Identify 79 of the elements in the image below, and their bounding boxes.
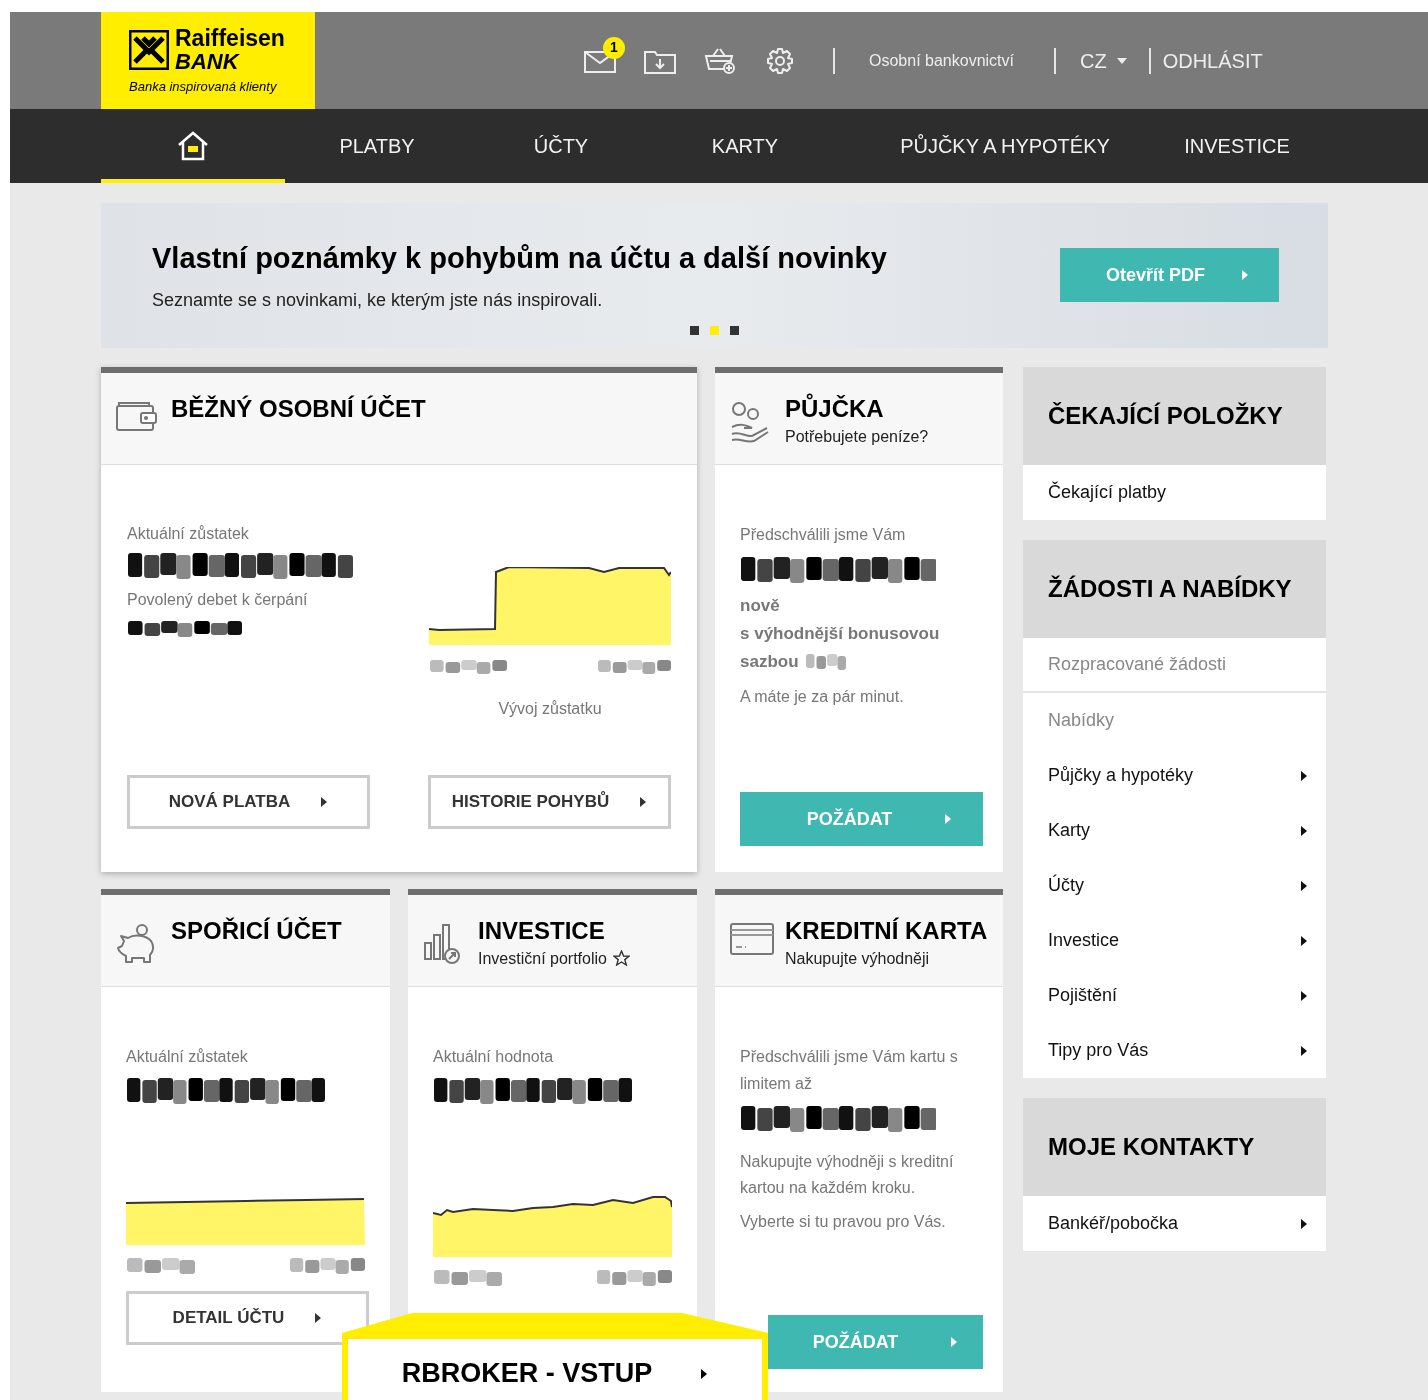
card-title: SPOŘICÍ ÚČET (171, 917, 342, 945)
side-menu-item[interactable]: Tipy pro Vás (1023, 1023, 1326, 1078)
caret-icon (1300, 934, 1308, 947)
chart-caption: Vývoj zůstatku (497, 699, 603, 719)
bar-chart-icon (423, 923, 461, 965)
nav-tab[interactable]: PŮJČKY A HYPOTÉKY (837, 109, 1173, 183)
offer-text: nově (740, 595, 781, 617)
wallet-icon (116, 401, 158, 431)
notification-badge: 1 (603, 36, 625, 59)
caret-icon (1300, 1217, 1308, 1230)
caret-icon (639, 796, 648, 808)
caret-icon (700, 1367, 709, 1380)
action-button[interactable]: DETAIL ÚČTU (126, 1291, 369, 1345)
logo-icon (129, 29, 169, 70)
side-menu-heading: Nabídky (1047, 709, 1116, 732)
side-menu-item[interactable]: Čekající platby (1023, 465, 1326, 520)
caret-icon (1300, 769, 1308, 782)
nav-tab[interactable]: INVESTICE (1173, 109, 1301, 183)
logo-text: BANK (175, 49, 241, 73)
redacted-value (804, 653, 847, 671)
caret-icon (1116, 57, 1127, 64)
hand-coins-icon (730, 401, 770, 443)
logout-link[interactable]: ODHLÁSIT (1162, 45, 1263, 76)
credit-card-icon (730, 923, 774, 955)
star-icon[interactable] (612, 950, 630, 966)
side-menu-item[interactable]: Účty (1023, 858, 1326, 913)
redacted-value (126, 1257, 196, 1275)
caret-icon (1300, 824, 1308, 837)
nav-tab[interactable]: ÚČTY (469, 109, 653, 183)
caret-icon (944, 813, 953, 825)
offer-label: Předschválili jsme Vám (740, 525, 907, 545)
card-title: PŮJČKA (785, 395, 885, 423)
basket-icon[interactable] (704, 46, 736, 75)
action-button[interactable]: NOVÁ PLATBA (127, 775, 370, 829)
panel-title: ČEKAJÍCÍ POLOŽKY (1048, 401, 1283, 431)
caret-icon (1241, 269, 1249, 281)
offer-text: Nakupujte výhodněji s kreditní kartou na každém kroku. (740, 1152, 955, 1198)
side-menu-item[interactable]: Bankéř/pobočka (1023, 1196, 1326, 1251)
side-menu-item[interactable]: Půjčky a hypotéky (1023, 748, 1326, 803)
logo-text: Raiffeisen (175, 26, 285, 50)
card-subtitle: Potřebujete peníze? (785, 427, 929, 447)
caret-icon (1300, 1044, 1308, 1057)
logo-tagline: Banka inspirovaná klienty (129, 77, 278, 96)
caret-icon (320, 796, 329, 808)
card-title: KREDITNÍ KARTA (785, 917, 988, 945)
action-button[interactable]: HISTORIE POHYBŮ (428, 775, 671, 829)
section-link[interactable]: Osobní bankovnictví (869, 48, 1014, 73)
settings-icon[interactable] (766, 46, 794, 75)
side-menu-item[interactable]: Karty (1023, 803, 1326, 858)
card-title: BĚŽNÝ OSOBNÍ ÚČET (171, 395, 426, 423)
banner-text: Seznamte se s novinkami, ke kterým jste nás inspirovali. (152, 288, 604, 312)
caret-icon (1300, 989, 1308, 1002)
caret-icon (314, 1312, 323, 1324)
card-subtitle: Investiční portfolio (478, 949, 607, 969)
field-label: Aktuální hodnota (433, 1047, 555, 1067)
field-label: Aktuální zůstatek (126, 1047, 249, 1067)
offer-text: A máte je za pár minut. (740, 687, 905, 707)
caret-icon (950, 1336, 959, 1348)
card-title: INVESTICE (478, 917, 606, 945)
field-label: Povolený debet k čerpání (127, 590, 309, 610)
panel-title: ŽÁDOSTI A NABÍDKY (1048, 574, 1292, 604)
field-label: Aktuální zůstatek (127, 524, 250, 544)
offer-text: sazbou (740, 651, 799, 673)
card-subtitle: Nakupujte výhodněji (785, 949, 930, 969)
nav-tab[interactable]: PLATBY (285, 109, 469, 183)
caret-icon (1300, 879, 1308, 892)
language-dropdown[interactable]: CZ (1079, 45, 1127, 76)
panel-title: MOJE KONTAKTY (1048, 1132, 1255, 1162)
offer-text: s výhodnější bonusovou (740, 623, 941, 645)
offer-label: Předschválili jsme Vám kartu s limitem až (740, 1047, 959, 1094)
home-icon (177, 131, 209, 161)
nav-tab[interactable]: KARTY (653, 109, 837, 183)
logo[interactable]: Raiffeisen BANK Banka inspirovaná klienty (101, 12, 315, 109)
redacted-value (433, 1269, 503, 1287)
side-menu-item[interactable]: Pojištění (1023, 968, 1326, 1023)
rbroker-button[interactable]: RBROKER - VSTUP (342, 1333, 768, 1400)
side-menu-item[interactable]: Investice (1023, 913, 1326, 968)
offer-text: Vyberte si tu pravou pro Vás. (740, 1212, 947, 1232)
banner-title: Vlastní poznámky k pohybům na účtu a další novinky (152, 241, 887, 277)
